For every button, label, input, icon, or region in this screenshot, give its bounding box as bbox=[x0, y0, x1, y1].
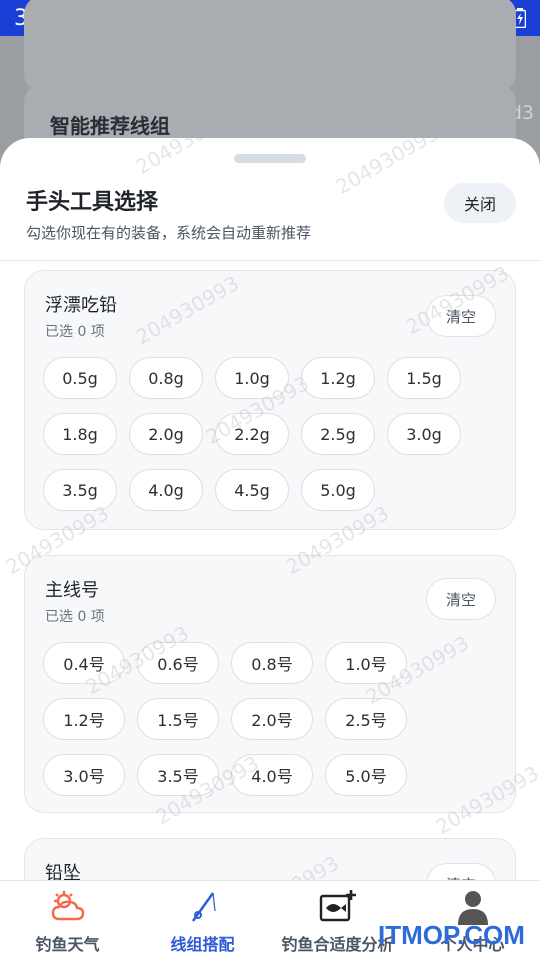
option-chip[interactable]: 0.4号 bbox=[43, 642, 125, 684]
tool-selection-sheet: 手头工具选择 勾选你现在有的装备，系统会自动重新推荐 关闭 浮漂吃铅 已选 0 … bbox=[0, 138, 540, 960]
sheet-title: 手头工具选择 bbox=[26, 190, 159, 215]
option-chip[interactable]: 5.0号 bbox=[325, 754, 407, 796]
brand-watermark: ITMOP.COM bbox=[378, 920, 525, 950]
option-chip[interactable]: 2.2g bbox=[215, 413, 289, 455]
option-chip[interactable]: 2.0g bbox=[129, 413, 203, 455]
option-chip[interactable]: 2.5g bbox=[301, 413, 375, 455]
divider bbox=[0, 260, 540, 261]
option-chip[interactable]: 2.5号 bbox=[325, 698, 407, 740]
option-chip[interactable]: 3.5g bbox=[43, 469, 117, 511]
option-chip[interactable]: 0.6号 bbox=[137, 642, 219, 684]
option-chip[interactable]: 2.0号 bbox=[231, 698, 313, 740]
option-chip[interactable]: 1.0号 bbox=[325, 642, 407, 684]
section-main-line: 主线号 已选 0 项 清空 0.4号 0.6号 0.8号 1.0号 1.2号 1… bbox=[24, 555, 516, 813]
option-chip[interactable]: 5.0g bbox=[301, 469, 375, 511]
option-chips: 0.4号 0.6号 0.8号 1.0号 1.2号 1.5号 2.0号 2.5号 … bbox=[43, 642, 407, 796]
nav-item-weather[interactable]: 钓鱼天气 bbox=[0, 881, 135, 960]
selected-count: 已选 0 项 bbox=[45, 324, 105, 340]
fish-analysis-icon bbox=[319, 889, 357, 925]
nav-label: 线组搭配 bbox=[170, 935, 235, 954]
nav-label: 钓鱼合适度分析 bbox=[281, 935, 394, 954]
option-chips: 0.5g 0.8g 1.0g 1.2g 1.5g 1.8g 2.0g 2.2g … bbox=[43, 357, 461, 511]
background-card bbox=[24, 0, 516, 92]
option-chip[interactable]: 3.0g bbox=[387, 413, 461, 455]
close-button[interactable]: 关闭 bbox=[444, 183, 516, 223]
clear-button[interactable]: 清空 bbox=[426, 295, 496, 337]
option-chip[interactable]: 3.5号 bbox=[137, 754, 219, 796]
option-chip[interactable]: 4.5g bbox=[215, 469, 289, 511]
watermark-text: 204930993 bbox=[131, 138, 243, 180]
section-title: 浮漂吃铅 bbox=[45, 295, 117, 316]
background-card-title: 智能推荐线组 bbox=[50, 114, 170, 138]
option-chip[interactable]: 1.5号 bbox=[137, 698, 219, 740]
option-chip[interactable]: 1.2号 bbox=[43, 698, 125, 740]
sheet-subtitle: 勾选你现在有的装备，系统会自动重新推荐 bbox=[26, 224, 312, 242]
sheet-drag-handle[interactable] bbox=[234, 154, 306, 163]
nav-item-rigging[interactable]: 线组搭配 bbox=[135, 881, 270, 960]
selected-count: 已选 0 项 bbox=[45, 609, 105, 625]
nav-label: 钓鱼天气 bbox=[35, 935, 100, 954]
option-chip[interactable]: 1.8g bbox=[43, 413, 117, 455]
weather-icon bbox=[50, 889, 86, 925]
option-chip[interactable]: 1.2g bbox=[301, 357, 375, 399]
section-title: 主线号 bbox=[45, 580, 99, 601]
watermark-text: 204930993 bbox=[331, 138, 443, 200]
option-chip[interactable]: 4.0号 bbox=[231, 754, 313, 796]
option-chip[interactable]: 1.0g bbox=[215, 357, 289, 399]
section-float-lead: 浮漂吃铅 已选 0 项 清空 0.5g 0.8g 1.0g 1.2g 1.5g … bbox=[24, 270, 516, 530]
option-chip[interactable]: 0.5g bbox=[43, 357, 117, 399]
option-chip[interactable]: 0.8号 bbox=[231, 642, 313, 684]
clear-button[interactable]: 清空 bbox=[426, 578, 496, 620]
option-chip[interactable]: 0.8g bbox=[129, 357, 203, 399]
fishing-rod-icon bbox=[187, 889, 219, 925]
option-chip[interactable]: 3.0号 bbox=[43, 754, 125, 796]
option-chip[interactable]: 1.5g bbox=[387, 357, 461, 399]
option-chip[interactable]: 4.0g bbox=[129, 469, 203, 511]
